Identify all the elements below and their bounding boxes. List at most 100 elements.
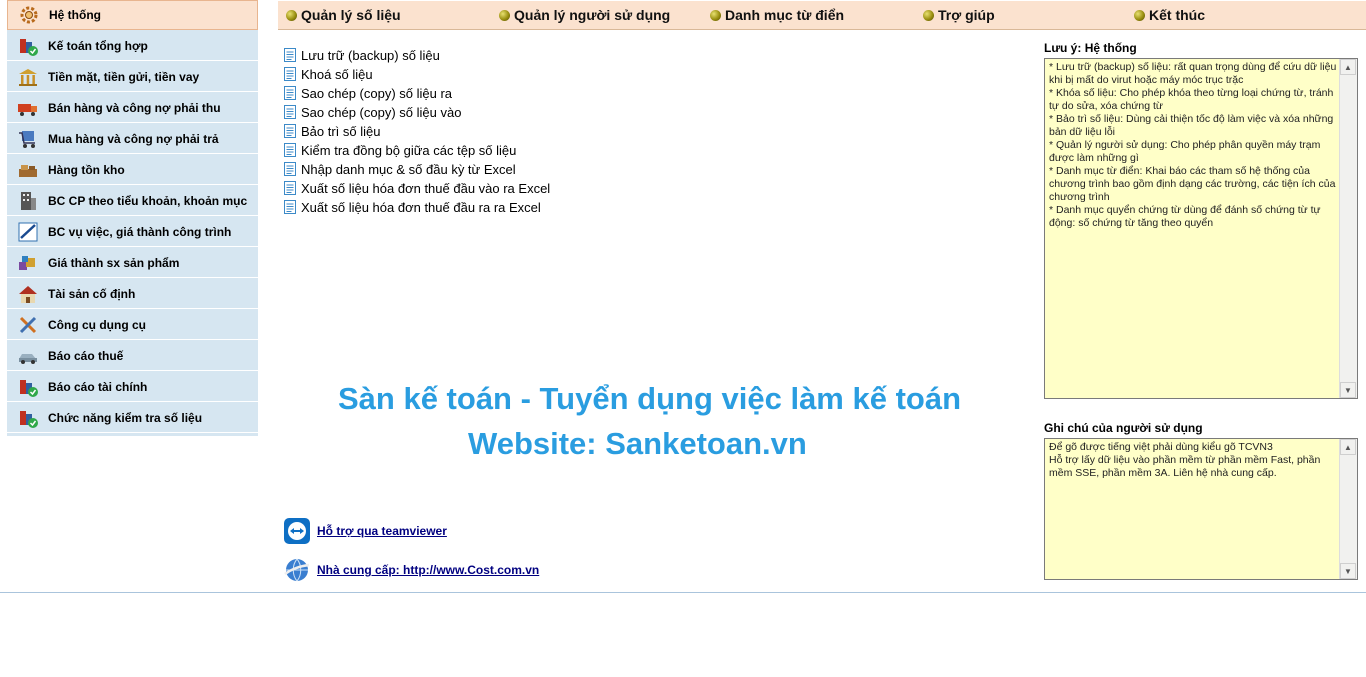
bottom-divider	[0, 592, 1366, 593]
function-label: Kiểm tra đồng bộ giữa các tệp số liệu	[301, 142, 517, 158]
document-icon	[284, 105, 296, 119]
function-label: Sao chép (copy) số liệu vào	[301, 104, 462, 120]
scroll-down-icon[interactable]: ▼	[1340, 382, 1356, 398]
scroll-up-icon[interactable]: ▲	[1340, 439, 1356, 455]
function-lock[interactable]: Khoá số liệu	[283, 65, 373, 83]
globe-icon	[284, 558, 310, 582]
user-notes-text: Để gõ được tiếng việt phải dùng kiểu gõ …	[1049, 441, 1321, 479]
sidebar-item-cong-cu-dung-cu[interactable]: Công cụ dụng cụ	[7, 310, 258, 340]
car-icon	[16, 344, 40, 368]
function-export-input-invoice[interactable]: Xuất số liệu hóa đơn thuế đầu vào ra Exc…	[283, 179, 550, 197]
sidebar-item-label: Tiền mặt, tiền gửi, tiền vay	[48, 69, 200, 84]
notes-text: * Lưu trữ (backup) số liệu: rất quan trọ…	[1049, 61, 1337, 229]
sidebar-item-hang-ton-kho[interactable]: Hàng tồn kho	[7, 155, 258, 185]
sidebar-item-kiem-tra-so-lieu[interactable]: Chức năng kiểm tra số liệu	[7, 403, 258, 433]
bullet-icon	[499, 9, 510, 21]
sidebar-item-tien-mat[interactable]: Tiền mặt, tiền gửi, tiền vay	[7, 62, 258, 92]
sidebar-item-bc-vu-viec[interactable]: BC vụ việc, giá thành công trình	[7, 217, 258, 247]
bullet-icon	[1134, 9, 1145, 21]
scroll-down-icon[interactable]: ▼	[1340, 563, 1356, 579]
sidebar-item-label: Chức năng kiểm tra số liệu	[48, 410, 203, 425]
teamviewer-icon	[284, 518, 310, 544]
sidebar-item-label: Hệ thống	[49, 8, 101, 22]
sidebar-item-label: Giá thành sx sản phẩm	[48, 255, 180, 270]
scroll-up-icon[interactable]: ▲	[1340, 59, 1356, 75]
menu-label: Kết thúc	[1149, 7, 1205, 23]
sidebar-item-bao-cao-thue[interactable]: Báo cáo thuế	[7, 341, 258, 371]
menu-label: Trợ giúp	[938, 7, 995, 23]
sidebar-item-tai-san-co-dinh[interactable]: Tài sản cố định	[7, 279, 258, 309]
sidebar-item-ke-toan-tong-hop[interactable]: Kế toán tổng hợp	[7, 31, 258, 61]
sidebar: Hệ thống Kế toán tổng hợp Tiền mặt, tiền…	[7, 0, 258, 436]
sidebar-item-label: Báo cáo thuế	[48, 348, 124, 363]
bank-icon	[16, 65, 40, 89]
sidebar-item-gia-thanh-sx[interactable]: Giá thành sx sản phẩm	[7, 248, 258, 278]
user-notes-panel[interactable]: Để gõ được tiếng việt phải dùng kiểu gõ …	[1044, 438, 1358, 580]
house-icon	[16, 282, 40, 306]
function-copy-out[interactable]: Sao chép (copy) số liệu ra	[283, 84, 452, 102]
truck-icon	[16, 96, 40, 120]
notes-scrollbar[interactable]: ▲ ▼	[1339, 59, 1357, 398]
bullet-icon	[286, 9, 297, 21]
function-sync-check[interactable]: Kiểm tra đồng bộ giữa các tệp số liệu	[283, 141, 516, 159]
sidebar-item-label: BC vụ việc, giá thành công trình	[48, 224, 232, 239]
menu-ket-thuc[interactable]: Kết thúc	[1134, 1, 1205, 29]
sidebar-item-label: Công cụ dụng cụ	[48, 317, 146, 332]
watermark-line-2: Website: Sanketoan.vn	[468, 426, 807, 461]
teamviewer-row: Hỗ trợ qua teamviewer	[283, 516, 447, 546]
sidebar-item-label: Kế toán tổng hợp	[48, 38, 148, 53]
menu-quan-ly-nguoi-su-dung[interactable]: Quản lý người sử dụng	[499, 1, 670, 29]
sidebar-item-bc-cp[interactable]: BC CP theo tiểu khoản, khoản mục	[7, 186, 258, 216]
bullet-icon	[923, 9, 934, 21]
function-import-excel[interactable]: Nhập danh mục & số đầu kỳ từ Excel	[283, 160, 516, 178]
bullet-icon	[710, 9, 721, 21]
document-icon	[284, 48, 296, 62]
tools-icon	[16, 313, 40, 337]
menu-danh-muc-tu-dien[interactable]: Danh mục từ điển	[710, 1, 844, 29]
menu-label: Danh mục từ điển	[725, 7, 845, 23]
sidebar-item-bao-cao-tai-chinh[interactable]: Báo cáo tài chính	[7, 372, 258, 402]
user-notes-scrollbar[interactable]: ▲ ▼	[1339, 439, 1357, 579]
chart-pencil-icon	[16, 220, 40, 244]
function-label: Nhập danh mục & số đầu kỳ từ Excel	[301, 161, 516, 177]
function-backup[interactable]: Lưu trữ (backup) số liệu	[283, 46, 440, 64]
provider-link[interactable]: Nhà cung cấp: http://www.Cost.com.vn	[317, 563, 539, 577]
sidebar-item-label: BC CP theo tiểu khoản, khoản mục	[48, 193, 248, 208]
cart-icon	[16, 127, 40, 151]
function-label: Xuất số liệu hóa đơn thuế đầu ra ra Exce…	[301, 199, 541, 215]
sidebar-item-label: Bán hàng và công nợ phải thu	[48, 100, 221, 115]
check-data-icon	[16, 406, 40, 430]
menu-tro-giup[interactable]: Trợ giúp	[923, 1, 995, 29]
sidebar-item-mua-hang[interactable]: Mua hàng và công nợ phải trả	[7, 124, 258, 154]
sidebar-item-label: Mua hàng và công nợ phải trả	[48, 131, 219, 146]
notes-panel-title: Lưu ý: Hệ thống	[1044, 41, 1137, 55]
finance-report-icon	[16, 375, 40, 399]
notes-panel[interactable]: * Lưu trữ (backup) số liệu: rất quan trọ…	[1044, 58, 1358, 399]
user-notes-panel-title: Ghi chú của người sử dụng	[1044, 421, 1203, 435]
sidebar-item-he-thong[interactable]: Hệ thống	[7, 0, 258, 30]
sidebar-item-label: Báo cáo tài chính	[48, 379, 148, 394]
document-icon	[284, 124, 296, 138]
products-icon	[16, 251, 40, 275]
function-label: Lưu trữ (backup) số liệu	[301, 47, 440, 63]
sidebar-item-ban-hang[interactable]: Bán hàng và công nợ phải thu	[7, 93, 258, 123]
document-icon	[284, 181, 296, 195]
building-icon	[16, 189, 40, 213]
sidebar-item-label: Hàng tồn kho	[48, 162, 125, 177]
function-maintain[interactable]: Bảo trì số liệu	[283, 122, 381, 140]
function-copy-in[interactable]: Sao chép (copy) số liệu vào	[283, 103, 461, 121]
document-icon	[284, 67, 296, 81]
document-icon	[284, 162, 296, 176]
document-icon	[284, 200, 296, 214]
top-menu: Quản lý số liệu Quản lý người sử dụng Da…	[278, 1, 1366, 30]
menu-label: Quản lý số liệu	[301, 7, 401, 23]
function-label: Khoá số liệu	[301, 66, 373, 82]
ledger-icon	[16, 34, 40, 58]
document-icon	[284, 143, 296, 157]
function-label: Sao chép (copy) số liệu ra	[301, 85, 453, 101]
teamviewer-link[interactable]: Hỗ trợ qua teamviewer	[317, 524, 447, 538]
function-label: Xuất số liệu hóa đơn thuế đầu vào ra Exc…	[301, 180, 551, 196]
gear-icon	[17, 3, 41, 27]
function-export-output-invoice[interactable]: Xuất số liệu hóa đơn thuế đầu ra ra Exce…	[283, 198, 541, 216]
menu-quan-ly-so-lieu[interactable]: Quản lý số liệu	[286, 1, 401, 29]
